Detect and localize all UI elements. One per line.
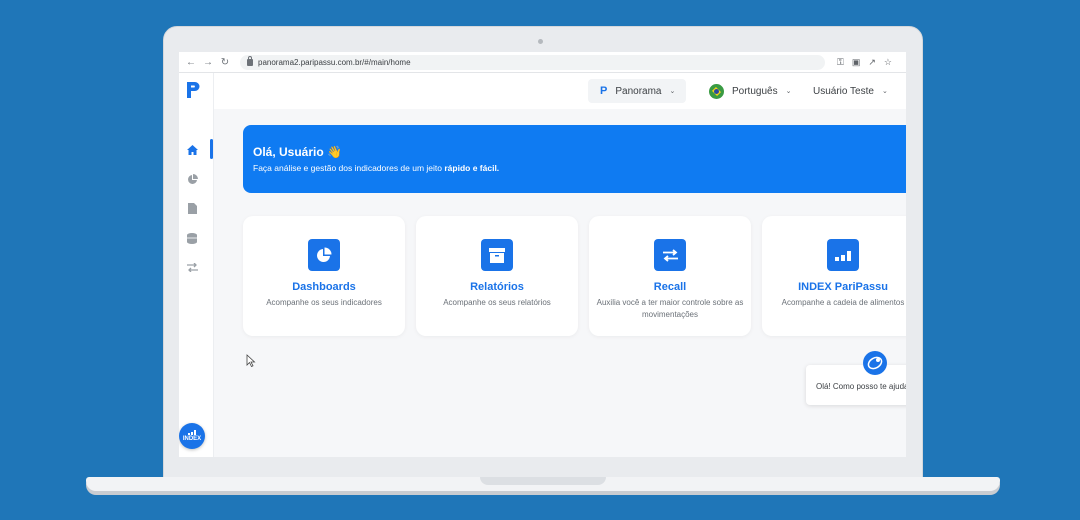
- chat-bot-icon: [867, 356, 883, 370]
- panorama-logo-icon: P: [600, 85, 608, 97]
- card-dashboards[interactable]: Dashboards Acompanhe os seus indicadores: [243, 216, 405, 336]
- swap-arrows-icon: [654, 239, 686, 271]
- welcome-banner: Olá, Usuário 👋 Faça análise e gestão dos…: [243, 125, 906, 193]
- card-description: Acompanhe os seus relatórios: [443, 298, 551, 307]
- home-icon[interactable]: [185, 143, 199, 157]
- language-label: Português: [732, 85, 778, 97]
- card-title: Recall: [653, 281, 687, 293]
- back-icon[interactable]: ←: [186, 57, 196, 68]
- key-icon[interactable]: ⚿: [837, 57, 844, 68]
- bar-chart-icon: [827, 239, 859, 271]
- index-badge[interactable]: INDEX: [179, 423, 205, 449]
- chevron-down-icon: ⌄: [881, 88, 888, 95]
- welcome-title: Olá, Usuário 👋: [253, 145, 342, 159]
- brazil-flag-icon: [709, 83, 724, 99]
- url-text: panorama2.paripassu.com.br/#/main/home: [258, 57, 411, 67]
- chat-bot-avatar[interactable]: [863, 351, 887, 375]
- welcome-subtitle-text: Faça análise e gestão dos indicadores de…: [253, 163, 445, 173]
- chevron-down-icon: ⌄: [669, 88, 676, 95]
- chat-greeting: Olá! Como posso te ajudar?: [816, 382, 906, 391]
- swap-icon[interactable]: [185, 260, 199, 274]
- card-title: Relatórios: [470, 281, 524, 293]
- translate-icon[interactable]: ▣: [852, 57, 861, 68]
- top-header: P Panorama ⌄ Português ⌄ Usuário Teste ⌄: [214, 73, 906, 109]
- card-index-paripassu[interactable]: INDEX PariPassu Acompanhe a cadeia de al…: [762, 216, 906, 336]
- card-description: Acompanhe os seus indicadores: [266, 298, 382, 307]
- address-bar[interactable]: panorama2.paripassu.com.br/#/main/home: [240, 54, 825, 70]
- pie-chart-icon: [308, 239, 340, 271]
- product-select[interactable]: P Panorama ⌄: [588, 79, 686, 103]
- laptop-notch: [480, 477, 606, 485]
- database-icon[interactable]: [185, 231, 199, 245]
- app-screen: ← → ↻ panorama2.paripassu.com.br/#/main/…: [179, 52, 906, 457]
- forward-icon[interactable]: →: [203, 57, 213, 68]
- user-name: Usuário Teste: [813, 85, 874, 97]
- card-recall[interactable]: Recall Auxilia você a ter maior controle…: [589, 216, 751, 336]
- card-description: Auxilia você a ter maior controle sobre …: [596, 298, 744, 319]
- index-badge-label: INDEX: [182, 436, 202, 442]
- document-icon[interactable]: [185, 201, 199, 215]
- lock-icon: [247, 55, 253, 66]
- laptop-camera: [538, 39, 543, 44]
- card-title: Dashboards: [292, 281, 356, 293]
- welcome-subtitle: Faça análise e gestão dos indicadores de…: [253, 163, 906, 173]
- bar-chart-icon: [188, 430, 196, 435]
- active-indicator: [210, 139, 213, 159]
- card-title: INDEX PariPassu: [798, 281, 888, 293]
- user-menu[interactable]: Usuário Teste ⌄: [813, 79, 888, 103]
- mouse-cursor-icon: [246, 354, 256, 367]
- pie-chart-icon[interactable]: [185, 172, 199, 186]
- chat-widget[interactable]: Olá! Como posso te ajudar?: [806, 365, 906, 405]
- sidebar: INDEX: [179, 73, 214, 457]
- language-select[interactable]: Português ⌄: [709, 79, 791, 103]
- product-select-label: Panorama: [615, 85, 662, 97]
- welcome-subtitle-bold: rápido e fácil.: [444, 163, 500, 173]
- chevron-down-icon: ⌄: [785, 88, 792, 95]
- archive-box-icon: [481, 239, 513, 271]
- card-relatorios[interactable]: Relatórios Acompanhe os seus relatórios: [416, 216, 578, 336]
- browser-toolbar: ← → ↻ panorama2.paripassu.com.br/#/main/…: [179, 52, 906, 73]
- share-icon[interactable]: ↗: [868, 57, 876, 68]
- reload-icon[interactable]: ↻: [220, 57, 230, 68]
- card-description: Acompanhe a cadeia de alimentos: [781, 298, 905, 307]
- paripassu-logo: [187, 82, 200, 98]
- star-icon[interactable]: ☆: [884, 57, 892, 68]
